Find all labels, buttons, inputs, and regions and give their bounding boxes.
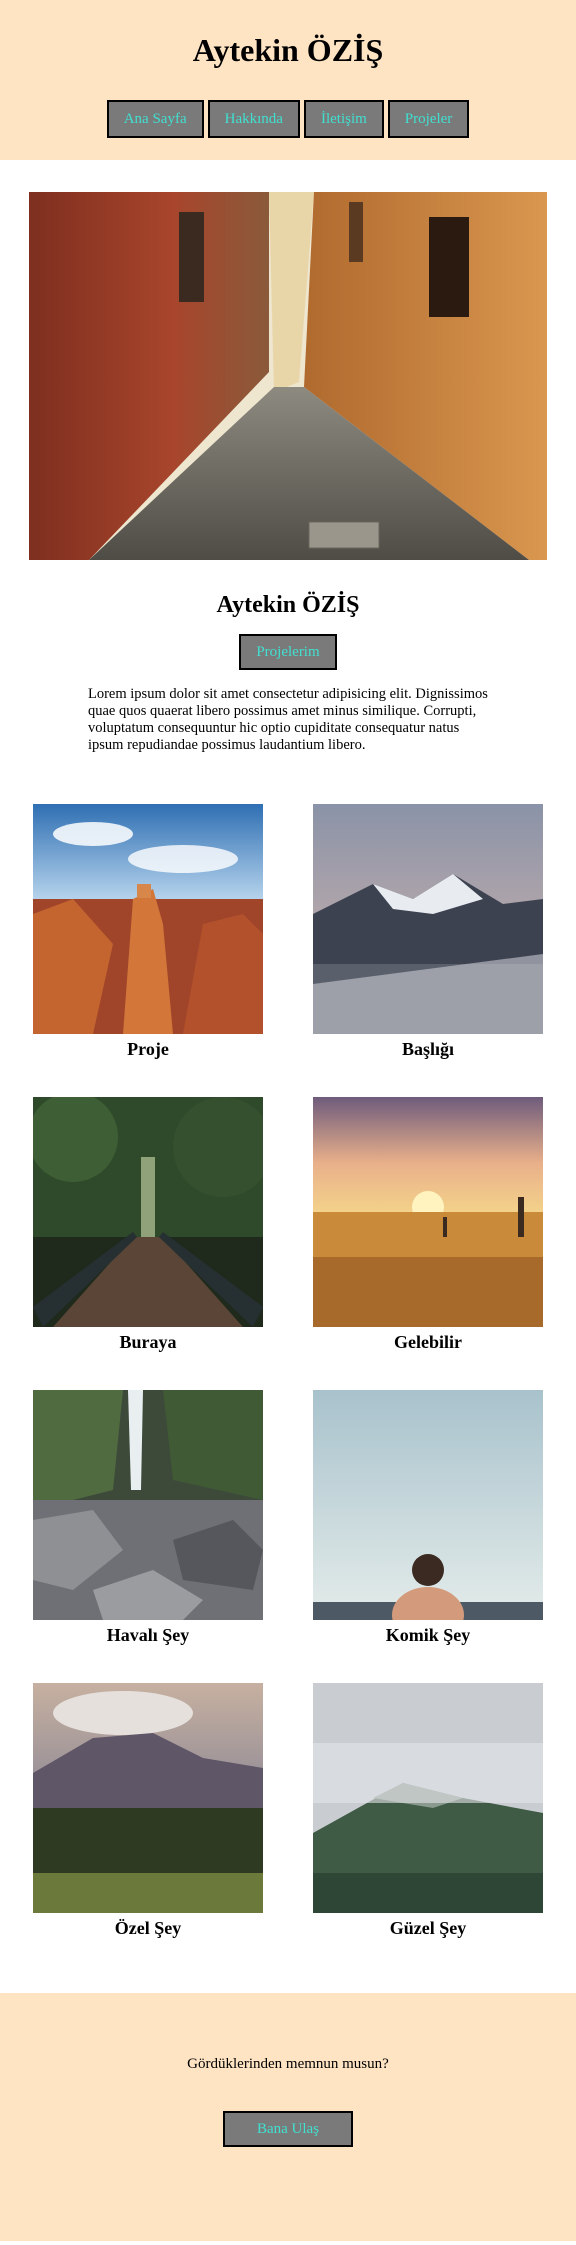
gallery-caption: Güzel Şey — [389, 1918, 467, 1938]
nav-projects-button[interactable]: Projeler — [387, 100, 470, 138]
site-footer: Gördüklerinden memnun musun? Bana Ulaş — [0, 1993, 576, 2241]
sunset-field-photo — [313, 1097, 543, 1327]
nav-about-button[interactable]: Hakkında — [207, 100, 300, 138]
contact-me-button[interactable]: Bana Ulaş — [223, 2111, 353, 2147]
intro-name: Aytekin ÖZİŞ — [216, 592, 360, 618]
gallery-caption: Buraya — [119, 1332, 177, 1352]
gallery-item[interactable]: Buraya — [33, 1097, 263, 1352]
my-projects-button[interactable]: Projelerim — [239, 634, 337, 670]
nav-contact-button[interactable]: İletişim — [303, 100, 384, 138]
intro-section: Aytekin ÖZİŞ Projelerim Lorem ipsum dolo… — [0, 590, 576, 754]
gallery-item[interactable]: Özel Şey — [33, 1683, 263, 1938]
snowy-mountain-photo — [313, 804, 543, 1034]
waterfall-rocks-photo — [33, 1390, 263, 1620]
gallery-item[interactable]: Havalı Şey — [33, 1390, 263, 1645]
gallery-caption: Proje — [127, 1039, 169, 1059]
main-nav: Ana Sayfa Hakkında İletişim Projeler — [0, 100, 576, 138]
misty-mountain-photo — [313, 1683, 543, 1913]
gallery-caption: Komik Şey — [385, 1625, 471, 1645]
mountain-valley-photo — [33, 1683, 263, 1913]
forest-bridge-photo — [33, 1097, 263, 1327]
hero-alley-illustration — [29, 192, 547, 560]
gallery-item[interactable]: Güzel Şey — [313, 1683, 543, 1938]
gallery-item[interactable]: Gelebilir — [313, 1097, 543, 1352]
footer-question: Gördüklerinden memnun musun? — [187, 2056, 389, 2072]
gallery-caption: Havalı Şey — [106, 1625, 190, 1645]
gallery-caption: Gelebilir — [394, 1332, 462, 1352]
gallery-caption: Başlığı — [401, 1039, 454, 1059]
nav-home-button[interactable]: Ana Sayfa — [106, 100, 204, 138]
intro-text: Lorem ipsum dolor sit amet consectetur a… — [88, 686, 488, 753]
man-at-sea-photo — [313, 1390, 543, 1620]
site-title: Aytekin ÖZİŞ — [192, 32, 384, 68]
gallery-item[interactable]: Komik Şey — [313, 1390, 543, 1645]
gallery-item[interactable]: Başlığı — [313, 804, 543, 1059]
project-gallery: Proje Başlığı Buraya Gelebilir Havalı Şe… — [0, 804, 576, 1938]
site-header: Aytekin ÖZİŞ Ana Sayfa Hakkında İletişim… — [0, 0, 576, 160]
hero-alley-photo — [29, 192, 547, 560]
gallery-item[interactable]: Proje — [33, 804, 263, 1059]
canyon-hoodoos-photo — [33, 804, 263, 1034]
gallery-caption: Özel Şey — [114, 1918, 182, 1938]
